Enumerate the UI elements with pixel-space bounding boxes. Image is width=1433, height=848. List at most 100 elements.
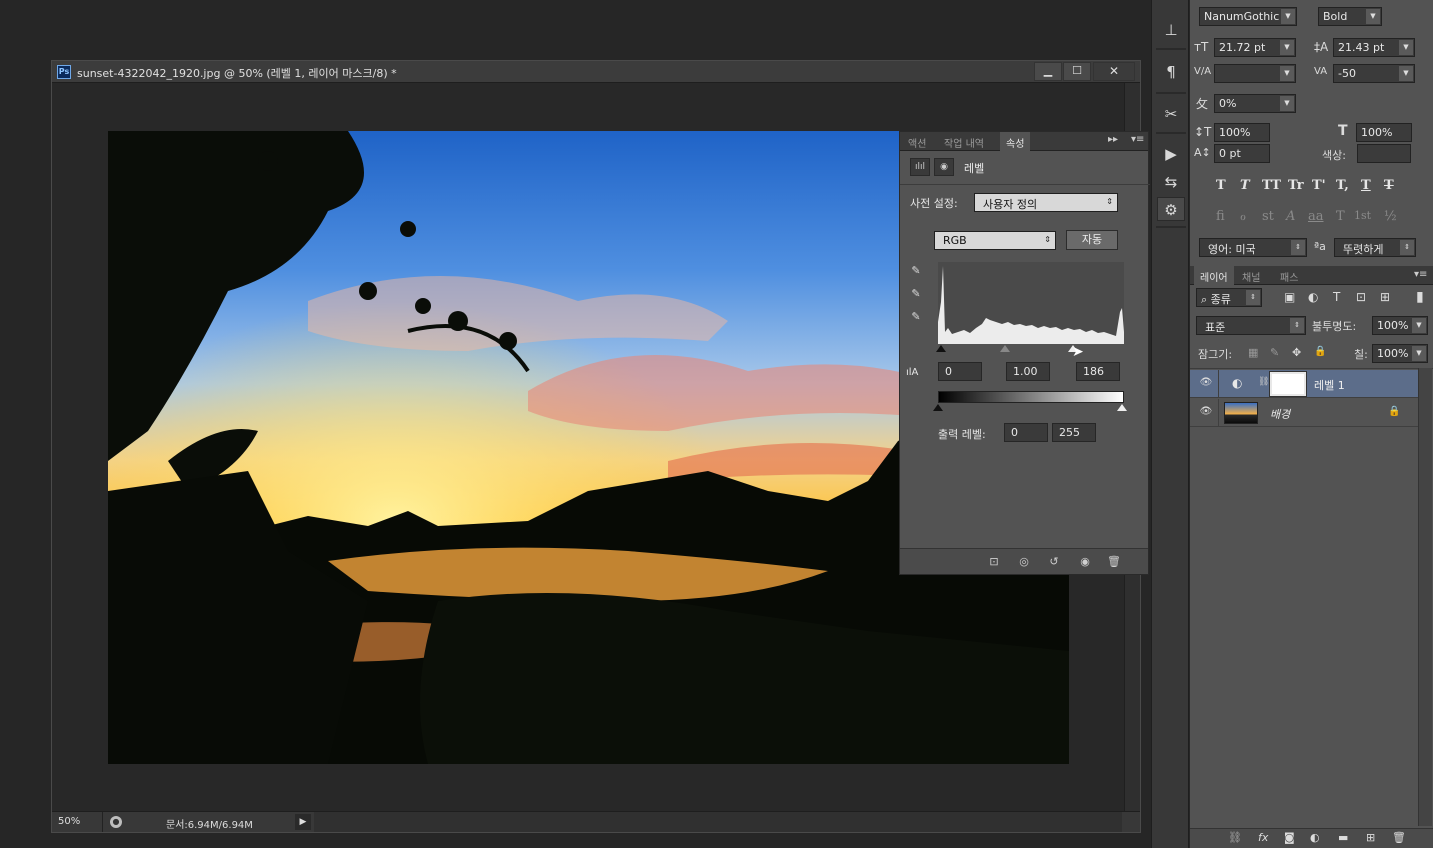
reset-icon[interactable]: ↺ <box>1046 554 1062 570</box>
output-white-field[interactable]: 255 <box>1052 423 1096 442</box>
new-layer-icon[interactable]: ⊞ <box>1366 831 1375 844</box>
input-gamma-handle[interactable] <box>1000 345 1010 352</box>
layer-style-fx-icon[interactable]: fx <box>1258 831 1268 844</box>
baseline-shift-field[interactable]: 0 pt <box>1214 144 1270 163</box>
shape-layer-filter-icon[interactable]: ⊡ <box>1356 290 1366 304</box>
maximize-button[interactable]: ☐ <box>1063 62 1091 81</box>
superscript-button[interactable]: T' <box>1312 178 1326 193</box>
tab-history[interactable]: 작업 내역 <box>944 135 984 150</box>
faux-italic-button[interactable]: T <box>1240 178 1250 193</box>
lock-all-icon[interactable]: 🔒 <box>1314 346 1326 357</box>
ordinals-button[interactable]: 1st <box>1354 209 1371 222</box>
ligatures-button[interactable]: fi <box>1216 209 1225 224</box>
horizontal-scale-field[interactable]: 100% <box>1356 123 1412 142</box>
input-white-field[interactable]: 186 <box>1076 362 1120 381</box>
delete-layer-icon[interactable]: 🗑 <box>1392 831 1406 844</box>
layers-scrollbar[interactable] <box>1418 368 1432 826</box>
type-layer-filter-icon[interactable]: T <box>1333 290 1340 304</box>
blend-mode-select[interactable]: 표준 ⇕ <box>1196 316 1306 335</box>
properties-panel-icon[interactable]: ⚙ <box>1157 197 1185 221</box>
tab-layers[interactable]: 레이어 <box>1194 266 1234 285</box>
output-black-handle[interactable] <box>933 404 943 411</box>
fill-field[interactable]: 100% ▼ <box>1372 344 1428 363</box>
trash-icon[interactable]: 🗑 <box>1106 554 1122 570</box>
old-style-button[interactable]: ℴ <box>1240 209 1246 224</box>
status-info-icon[interactable]: ● <box>110 816 122 828</box>
antialias-select[interactable]: 뚜렷하게 ⇕ <box>1334 238 1416 257</box>
auto-button[interactable]: 자동 <box>1066 230 1118 250</box>
tab-properties[interactable]: 속성 <box>1000 132 1031 151</box>
faux-bold-button[interactable]: T <box>1216 178 1226 193</box>
document-titlebar[interactable]: Ps sunset-4322042_1920.jpg @ 50% (레벨 1, … <box>52 61 1140 83</box>
input-black-field[interactable]: 0 <box>938 362 982 381</box>
kerning-field[interactable]: ▼ <box>1214 64 1296 83</box>
input-gamma-field[interactable]: 1.00 <box>1006 362 1050 381</box>
language-select[interactable]: 영어: 미국 ⇕ <box>1199 238 1307 257</box>
visibility-eye-icon[interactable]: ◉ <box>1077 554 1093 570</box>
eye-icon[interactable]: 👁 <box>1199 377 1213 391</box>
new-adjustment-layer-icon[interactable]: ◐ <box>1310 831 1320 844</box>
lock-transparent-icon[interactable]: ▦ <box>1248 346 1258 359</box>
layer-name[interactable]: 레벨 1 <box>1314 377 1345 393</box>
layer-mask-thumbnail[interactable] <box>1269 371 1307 397</box>
font-size-field[interactable]: 21.72 pt ▼ <box>1214 38 1296 57</box>
lock-image-icon[interactable]: ✎ <box>1270 346 1279 359</box>
opacity-field[interactable]: 100% ▼ <box>1372 316 1428 335</box>
tools-preset-icon[interactable]: ✂ <box>1157 102 1185 126</box>
strikethrough-button[interactable]: T <box>1384 178 1394 193</box>
filter-toggle-icon[interactable]: ▮ <box>1416 289 1424 305</box>
new-group-icon[interactable]: ▬ <box>1338 831 1348 844</box>
collapse-panel-icon[interactable]: ▸▸ <box>1108 134 1118 145</box>
add-mask-icon[interactable]: ◙ <box>1284 831 1295 844</box>
fractions-button[interactable]: ½ <box>1384 209 1397 224</box>
output-white-handle[interactable] <box>1117 404 1127 411</box>
lock-position-icon[interactable]: ✥ <box>1292 346 1301 359</box>
levels-adjustment-icon[interactable]: ılıl <box>910 158 930 176</box>
leading-field[interactable]: 21.43 pt ▼ <box>1333 38 1415 57</box>
font-style-select[interactable]: Bold ▼ <box>1318 7 1382 26</box>
view-previous-state-icon[interactable]: ◎ <box>1016 554 1032 570</box>
kind-filter-select[interactable]: ⌕ 종류 ⇕ <box>1196 288 1262 307</box>
link-icon[interactable]: ⛓ <box>1258 377 1269 387</box>
zoom-level[interactable]: 50% <box>58 816 80 827</box>
small-caps-button[interactable]: Tr <box>1288 178 1304 193</box>
output-black-field[interactable]: 0 <box>1004 423 1048 442</box>
discretionary-ligatures-button[interactable]: st <box>1262 209 1274 224</box>
white-point-eyedropper-icon[interactable]: ✎ <box>908 310 924 326</box>
titling-alternates-button[interactable]: T <box>1336 209 1345 224</box>
layers-menu-icon[interactable]: ▾≡ <box>1414 269 1427 280</box>
tsume-field[interactable]: 0% ▼ <box>1214 94 1296 113</box>
all-caps-button[interactable]: TT <box>1262 178 1281 193</box>
text-color-swatch[interactable] <box>1357 144 1411 163</box>
layer-name[interactable]: 배경 <box>1270 406 1290 422</box>
horizontal-scrollbar[interactable] <box>314 812 1122 832</box>
input-levels-slider[interactable] <box>936 345 1126 353</box>
swash-button[interactable]: A <box>1286 209 1295 224</box>
tab-paths[interactable]: 패스 <box>1280 269 1298 284</box>
font-family-select[interactable]: NanumGothic ▼ <box>1199 7 1297 26</box>
layer-row-background[interactable]: 👁 배경 🔒 <box>1190 399 1418 427</box>
clip-to-layer-icon[interactable]: ⊡ <box>986 554 1002 570</box>
tab-channels[interactable]: 채널 <box>1242 269 1260 284</box>
black-point-eyedropper-icon[interactable]: ✎ <box>908 264 924 280</box>
pixel-layer-filter-icon[interactable]: ▣ <box>1284 290 1295 304</box>
input-black-handle[interactable] <box>936 345 946 352</box>
gray-point-eyedropper-icon[interactable]: ✎ <box>908 287 924 303</box>
smart-object-filter-icon[interactable]: ⊞ <box>1380 290 1390 304</box>
close-button[interactable]: ✕ <box>1093 62 1135 81</box>
status-menu-arrow[interactable]: ▶ <box>295 814 311 830</box>
layer-row-levels-1[interactable]: 👁 ◐ ⛓ 레벨 1 <box>1190 370 1418 398</box>
subscript-button[interactable]: T, <box>1336 178 1349 193</box>
minimize-button[interactable]: ▁ <box>1034 62 1062 81</box>
paragraph-icon[interactable]: ¶ <box>1157 60 1185 84</box>
adjustment-layer-filter-icon[interactable]: ◐ <box>1308 290 1318 304</box>
preset-dropdown[interactable]: 사용자 정의 ⇕ <box>974 193 1118 212</box>
paragraph-styles-icon[interactable]: ⊥ <box>1157 18 1185 42</box>
panel-menu-icon[interactable]: ▾≡ <box>1131 134 1144 145</box>
stylistic-alternates-button[interactable]: aa <box>1308 209 1324 224</box>
vertical-scale-field[interactable]: 100% <box>1214 123 1270 142</box>
eye-icon[interactable]: 👁 <box>1199 406 1213 420</box>
actions-play-icon[interactable]: ▶ <box>1157 142 1185 166</box>
tab-actions[interactable]: 액션 <box>908 135 926 150</box>
history-icon[interactable]: ⇆ <box>1157 170 1185 194</box>
